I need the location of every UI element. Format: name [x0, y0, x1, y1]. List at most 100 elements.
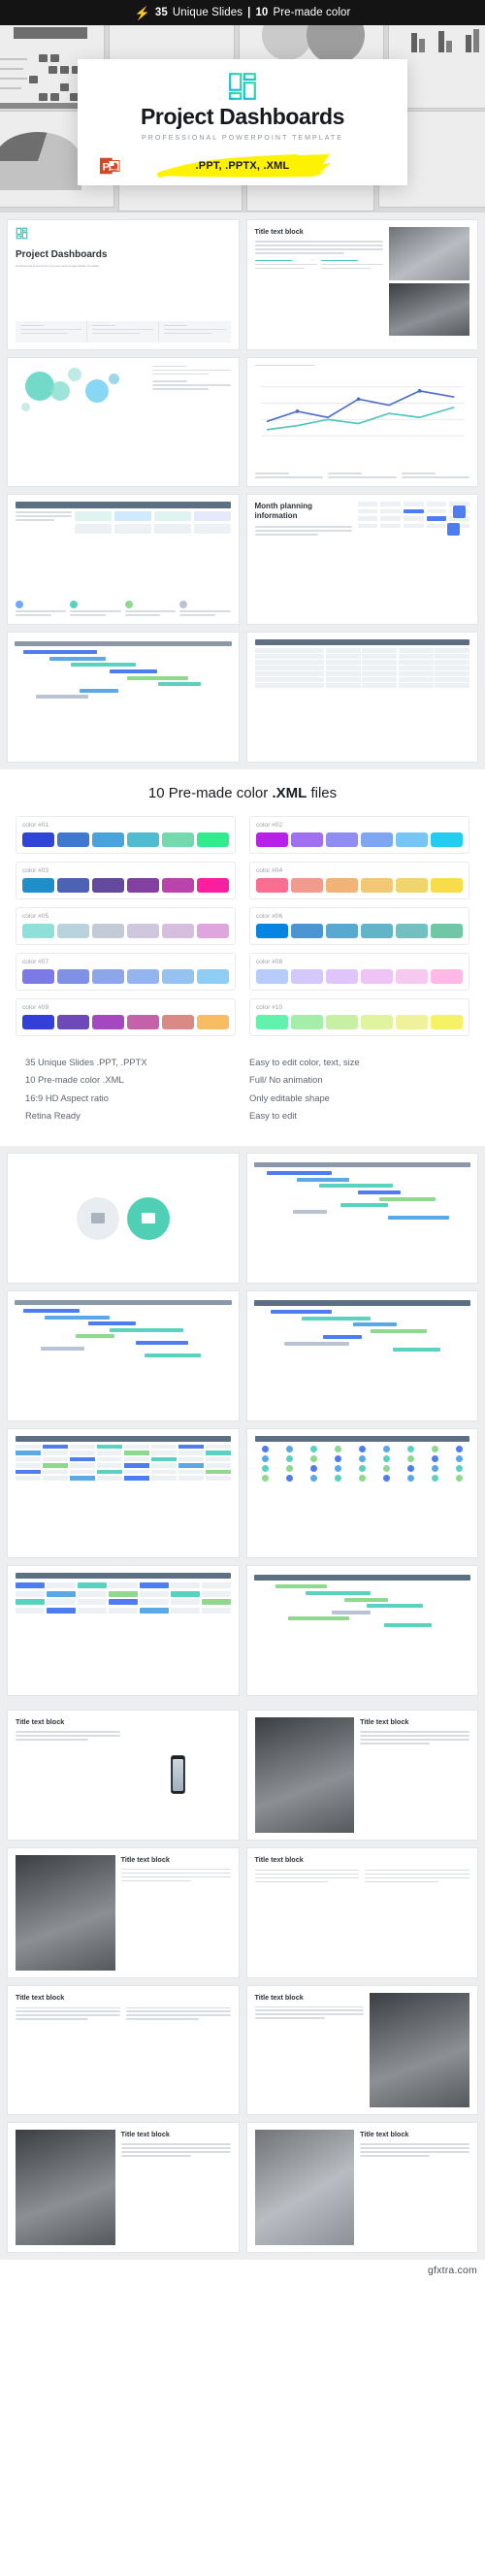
color-swatch[interactable]: [22, 968, 54, 984]
title-text-photo-slide[interactable]: Title text block: [245, 219, 478, 350]
portrait-photo-slide[interactable]: Title text block: [7, 2122, 240, 2253]
color-swatch[interactable]: [22, 877, 54, 893]
color-swatch[interactable]: [127, 877, 159, 893]
laptop-photo-slide[interactable]: Title text block: [7, 1846, 240, 1978]
bubble-chart-slide[interactable]: [7, 356, 240, 488]
gantt-timeline-slide-b[interactable]: [7, 1289, 240, 1421]
gantt-chart-slide[interactable]: [7, 632, 240, 763]
color-swatch[interactable]: [256, 923, 288, 938]
color-swatch[interactable]: [431, 968, 463, 984]
gantt-timeline-slide-d[interactable]: [245, 1565, 478, 1697]
device-photo-slide[interactable]: Title text block: [245, 1710, 478, 1841]
color-swatch[interactable]: [396, 968, 428, 984]
data-table-slide[interactable]: [245, 632, 478, 763]
color-swatch[interactable]: [197, 877, 229, 893]
color-swatch[interactable]: [431, 923, 463, 938]
color-swatch[interactable]: [361, 877, 393, 893]
color-swatch[interactable]: [291, 923, 323, 938]
two-circle-diagram-slide[interactable]: [7, 1153, 240, 1284]
color-swatch[interactable]: [256, 1014, 288, 1029]
gantt-timeline-slide-a[interactable]: [245, 1153, 478, 1284]
color-swatch[interactable]: [57, 877, 89, 893]
color-swatch[interactable]: [162, 831, 194, 847]
dot-matrix-slide[interactable]: [245, 1427, 478, 1559]
phone-mockup-slide[interactable]: Title text block: [7, 1710, 240, 1841]
color-swatch[interactable]: [162, 923, 194, 938]
color-swatch[interactable]: [291, 831, 323, 847]
palette-card[interactable]: color #07: [16, 952, 236, 991]
table-color-slide[interactable]: [7, 494, 240, 626]
color-swatch[interactable]: [431, 1014, 463, 1029]
hero-title: Project Dashboards: [140, 104, 345, 129]
palette-card[interactable]: color #06: [249, 906, 469, 945]
color-swatch[interactable]: [92, 1014, 124, 1029]
color-swatch[interactable]: [57, 923, 89, 938]
matrix-grid-slide[interactable]: [7, 1427, 240, 1559]
color-swatch[interactable]: [396, 831, 428, 847]
architecture-photo-slide[interactable]: Title text block: [245, 2122, 478, 2253]
color-swatch[interactable]: [92, 831, 124, 847]
color-swatch[interactable]: [57, 1014, 89, 1029]
roadmap-slide[interactable]: [7, 1565, 240, 1697]
color-swatch[interactable]: [291, 968, 323, 984]
businessman-photo-slide[interactable]: Title text block: [245, 1984, 478, 2116]
color-swatch[interactable]: [326, 831, 358, 847]
color-swatch[interactable]: [197, 1014, 229, 1029]
footer: gfxtra.com: [0, 2259, 485, 2281]
palette-card[interactable]: color #03: [16, 861, 236, 899]
color-swatch[interactable]: [396, 1014, 428, 1029]
color-swatch[interactable]: [22, 923, 54, 938]
palette-card[interactable]: color #09: [16, 997, 236, 1036]
color-swatch[interactable]: [162, 877, 194, 893]
color-swatch[interactable]: [162, 968, 194, 984]
text-only-slide[interactable]: Title text block: [245, 1846, 478, 1978]
color-swatch[interactable]: [127, 831, 159, 847]
color-swatch[interactable]: [326, 1014, 358, 1029]
color-swatch[interactable]: [127, 968, 159, 984]
palette-label: color #03: [22, 866, 49, 874]
color-swatch[interactable]: [22, 1014, 54, 1029]
palette-card[interactable]: color #02: [249, 815, 469, 854]
palette-card[interactable]: color #10: [249, 997, 469, 1036]
color-swatch[interactable]: [396, 923, 428, 938]
color-swatch[interactable]: [22, 831, 54, 847]
color-swatch[interactable]: [431, 831, 463, 847]
color-swatch[interactable]: [396, 877, 428, 893]
team-photo-slide[interactable]: Title text block: [7, 1984, 240, 2116]
banner-separator: |: [247, 7, 251, 18]
color-swatch[interactable]: [256, 968, 288, 984]
palette-card[interactable]: color #04: [249, 861, 469, 899]
color-swatch[interactable]: [57, 968, 89, 984]
palette-card[interactable]: color #05: [16, 906, 236, 945]
color-swatch[interactable]: [92, 923, 124, 938]
color-swatch[interactable]: [92, 877, 124, 893]
color-swatch[interactable]: [256, 877, 288, 893]
formats-badge-text: .PPT, .PPTX, .XML: [195, 160, 290, 172]
gantt-timeline-slide-c[interactable]: [245, 1289, 478, 1421]
palette-card[interactable]: color #01: [16, 815, 236, 854]
color-swatch[interactable]: [57, 831, 89, 847]
color-swatch[interactable]: [127, 923, 159, 938]
color-swatch[interactable]: [256, 831, 288, 847]
month-planning-slide[interactable]: Month planning information: [245, 494, 478, 626]
cover-slide[interactable]: Project Dashboards Professional PowerPoi…: [7, 219, 240, 350]
color-swatch[interactable]: [431, 877, 463, 893]
banner-color-count: 10: [255, 7, 269, 18]
color-swatch[interactable]: [162, 1014, 194, 1029]
color-swatch[interactable]: [291, 877, 323, 893]
color-swatch[interactable]: [197, 831, 229, 847]
color-swatch[interactable]: [361, 968, 393, 984]
color-swatch[interactable]: [326, 877, 358, 893]
color-swatch[interactable]: [361, 1014, 393, 1029]
color-swatch[interactable]: [326, 923, 358, 938]
color-swatch[interactable]: [326, 968, 358, 984]
color-swatch[interactable]: [197, 923, 229, 938]
color-swatch[interactable]: [291, 1014, 323, 1029]
palette-card[interactable]: color #08: [249, 952, 469, 991]
color-swatch[interactable]: [92, 968, 124, 984]
color-swatch[interactable]: [361, 923, 393, 938]
line-chart-slide[interactable]: [245, 356, 478, 488]
color-swatch[interactable]: [361, 831, 393, 847]
color-swatch[interactable]: [197, 968, 229, 984]
color-swatch[interactable]: [127, 1014, 159, 1029]
